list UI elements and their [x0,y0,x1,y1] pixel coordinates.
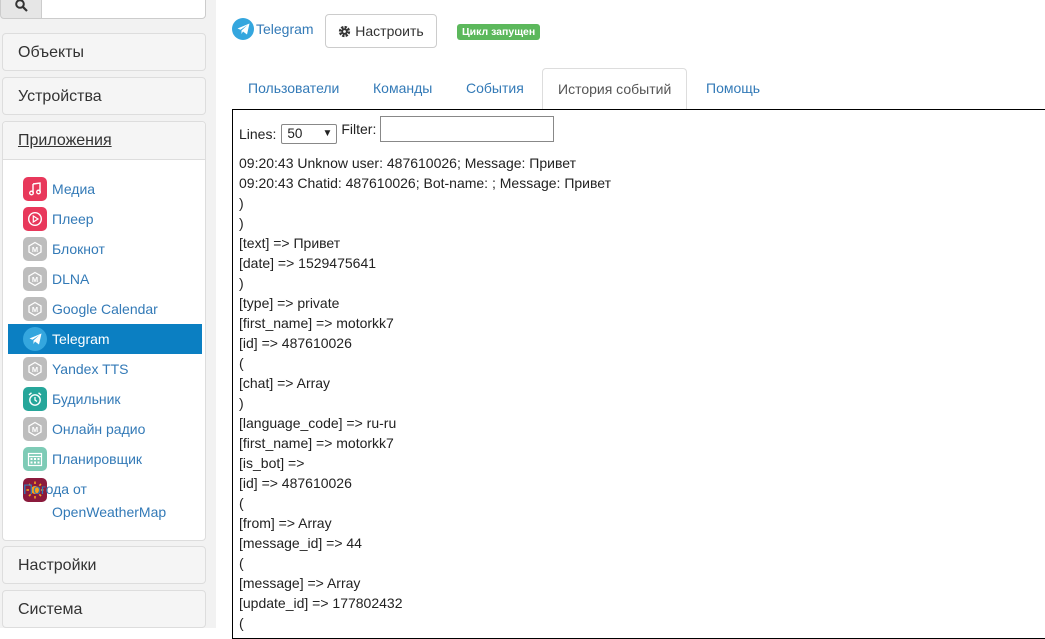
sidebar-app-item[interactable]: M Google Calendar [8,294,202,324]
log-line: ( [239,615,244,631]
telegram-icon [232,18,254,40]
log-line: [date] => 1529475641 [239,255,377,271]
sidebar-section-objects[interactable]: Объекты [2,33,206,71]
tab-events[interactable]: События [450,68,540,110]
lines-select[interactable]: 50 ▼ [281,124,338,144]
sidebar-app-label: DLNA [52,270,90,287]
svg-text:M: M [32,425,38,434]
log-line: [text] => Привет [239,235,341,251]
sidebar-app-item[interactable]: Погода от OpenWeatherMap [8,474,202,520]
log-lines: 09:20:43 Unknow user: 487610026; Message… [239,153,611,633]
module-default-icon: M [23,357,47,381]
module-default-icon: M [23,237,47,261]
sidebar-app-item[interactable]: M Yandex TTS [8,354,202,384]
sidebar-section-devices[interactable]: Устройства [2,77,206,115]
module-header: Telegram Настроить Цикл запущен [232,14,632,48]
sidebar-search [0,0,206,20]
log-line: [id] => 487610026 [239,335,352,351]
log-line: [id] => 487610026 [239,475,352,491]
gear-icon [339,25,351,37]
log-line: [message_id] => 44 [239,535,362,551]
sidebar-app-label: Планировщик [52,450,143,467]
filter-label: Filter: [341,121,377,137]
tabs-bar: Пользователи Команды События История соб… [232,68,1045,111]
log-line: ) [239,275,244,291]
sidebar-app-item[interactable]: M DLNA [8,264,202,294]
lines-label: Lines: [239,126,277,142]
tab-users[interactable]: Пользователи [232,68,355,110]
module-default-icon: M [23,417,47,441]
module-title-text: Telegram [256,21,314,37]
sidebar-section-system[interactable]: Система [2,590,206,628]
tab-event-history[interactable]: История событий [542,68,688,111]
sidebar-section-settings[interactable]: Настройки [2,546,206,584]
log-line: 09:20:43 Unknow user: 487610026; Message… [239,155,576,171]
log-line: ) [239,395,244,411]
sidebar-app-label: Google Calendar [52,300,158,317]
sidebar-app-item[interactable]: Telegram [8,324,202,354]
telegram-icon [23,327,47,351]
search-input[interactable] [41,0,206,19]
log-line: ( [239,555,244,571]
sidebar-app-label: Будильник [52,390,121,407]
log-line: [first_name] => motorkk7 [239,435,394,451]
search-icon [14,0,28,12]
log-line: [first_name] => motorkk7 [239,315,394,331]
music-note-icon [23,177,47,201]
tab-commands[interactable]: Команды [357,68,448,110]
sidebar-app-item[interactable]: Медиа [8,174,202,204]
module-default-icon: M [23,267,47,291]
log-line: [chat] => Array [239,375,331,391]
configure-button[interactable]: Настроить [325,14,437,48]
log-line: [language_code] => ru-ru [239,415,397,431]
sidebar: Объекты Устройства Приложения Медиа Плеер… [0,0,216,628]
lines-select-value: 50 [287,126,303,141]
sidebar-app-item[interactable]: Плеер [8,204,202,234]
log-line: [type] => private [239,295,340,311]
event-log-panel: Lines: 50 ▼ Filter: 09:20:43 Unknow user… [232,109,1045,639]
calendar-grid-icon [23,447,47,471]
sidebar-app-label: Медиа [52,180,96,197]
log-line: ( [239,355,244,371]
log-line: [message] => Array [239,575,361,591]
log-line: ( [239,495,244,511]
sidebar-app-item[interactable]: Будильник [8,384,202,414]
configure-button-label: Настроить [355,23,424,39]
module-title[interactable]: Telegram [232,18,314,40]
svg-text:M: M [32,305,38,314]
log-line: [update_id] => 177802432 [239,595,403,611]
sidebar-app-label: Yandex TTS [52,360,129,377]
sidebar-app-label: Блокнот [52,240,105,257]
log-line: ) [239,215,244,231]
svg-text:M: M [32,245,38,254]
module-default-icon: M [23,297,47,321]
log-line: [is_bot] => [239,455,305,471]
sidebar-app-label: Погода от OpenWeatherMap [23,481,167,520]
sidebar-section-apps-panel: Приложения Медиа Плеер M Блокнот M DLNA M Googl… [2,121,206,541]
sidebar-app-item[interactable]: M Онлайн радио [8,414,202,444]
log-line: ) [239,195,244,211]
sidebar-app-item[interactable]: M Блокнот [8,234,202,264]
sidebar-app-item[interactable]: Планировщик [8,444,202,474]
sidebar-app-label: Плеер [52,210,94,227]
sidebar-section-apps[interactable]: Приложения [3,122,205,160]
svg-text:M: M [32,275,38,284]
sidebar-app-label: Telegram [52,330,110,347]
play-circle-icon [23,207,47,231]
tab-help[interactable]: Помощь [690,68,776,110]
filter-input[interactable] [380,116,555,142]
alarm-clock-icon [23,387,47,411]
search-button[interactable] [0,0,42,19]
app-list: Медиа Плеер M Блокнот M DLNA M Google Calendar T… [8,174,202,520]
sidebar-app-label: Онлайн радио [52,420,146,437]
status-badge: Цикл запущен [457,24,541,40]
svg-text:M: M [32,365,38,374]
log-line: [from] => Array [239,515,332,531]
log-controls: Lines: 50 ▼ Filter: [239,116,555,144]
log-line: 09:20:43 Chatid: 487610026; Bot-name: ; … [239,175,612,191]
dropdown-arrow-icon: ▼ [322,128,333,139]
